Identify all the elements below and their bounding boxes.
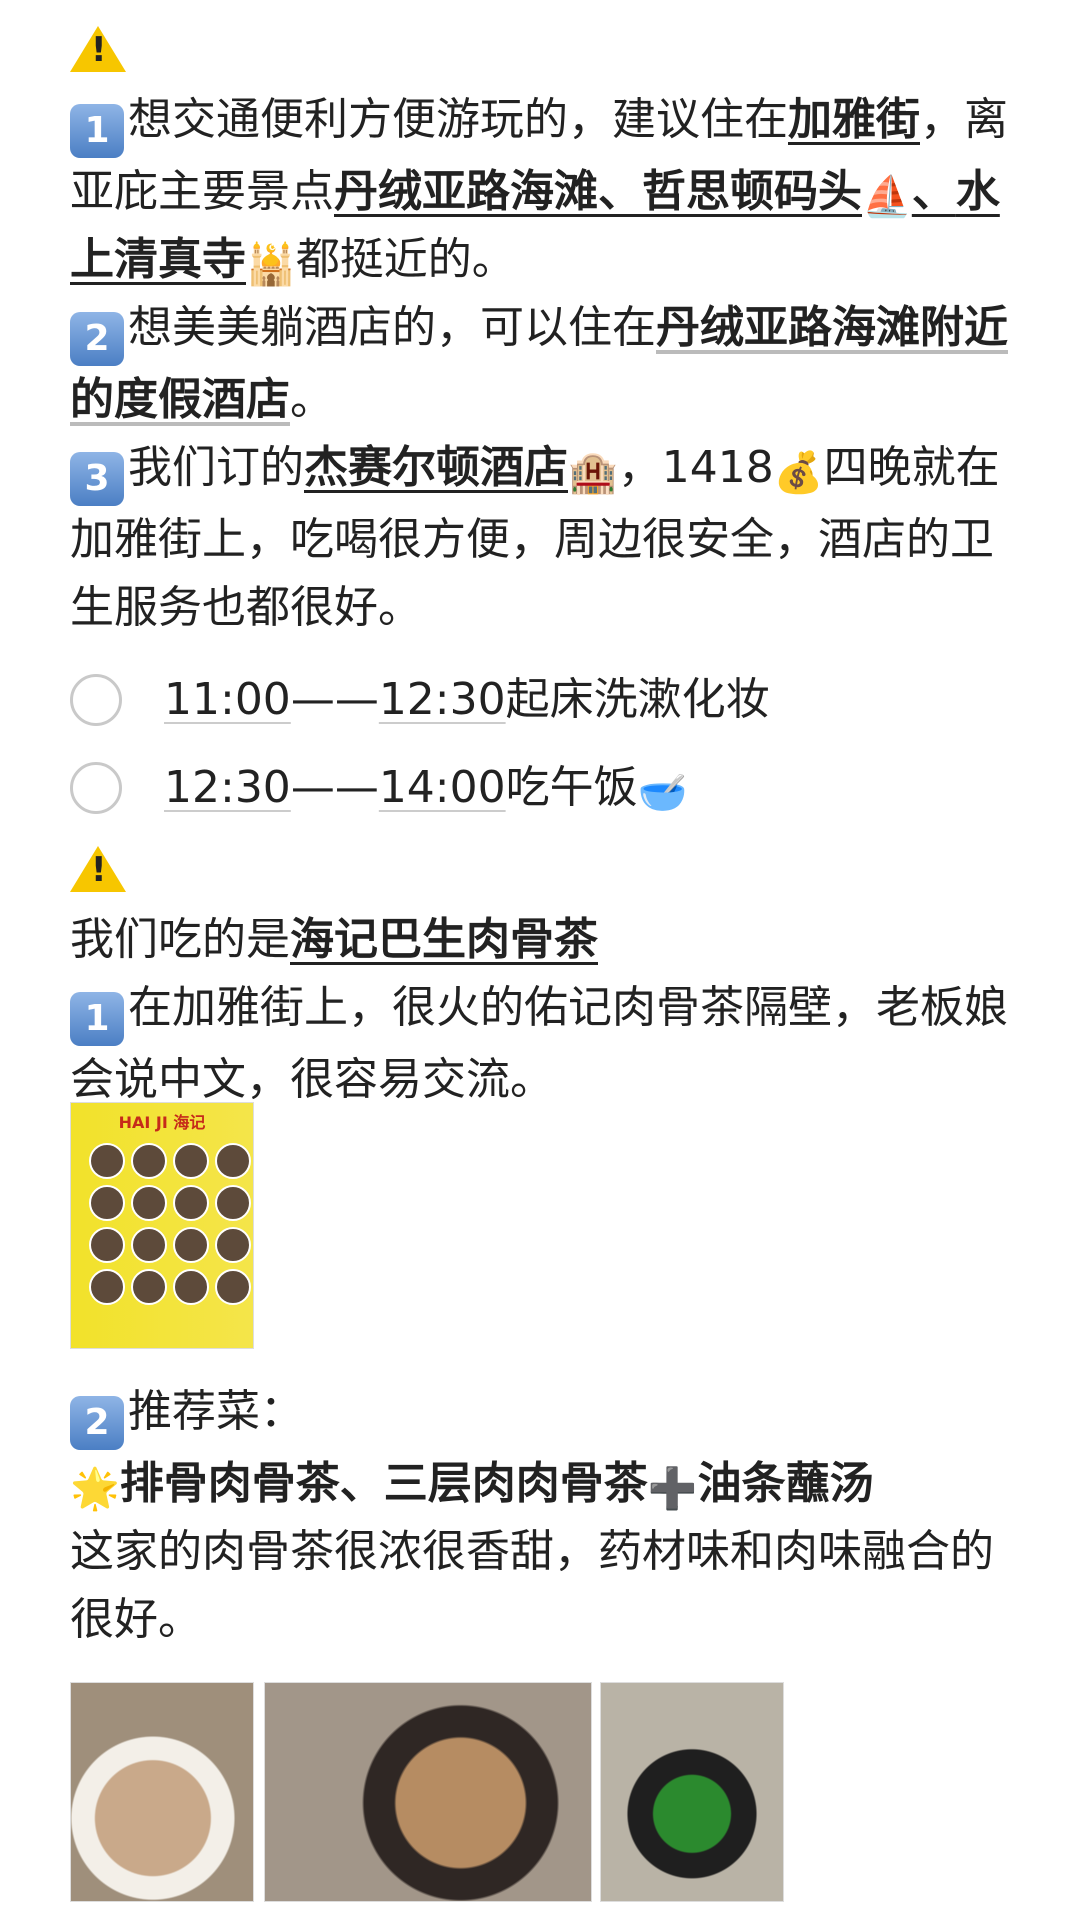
todo-item: 11:00——12:30起床洗漱化妆 bbox=[70, 656, 1010, 744]
todo-time-start: 11:00 bbox=[164, 674, 291, 725]
note-content: 1想交通便利方便游玩的，建议住在加雅街，离亚庇主要景点丹绒亚路海滩、哲思顿码头⛵… bbox=[70, 18, 1010, 1114]
menu-item-image bbox=[215, 1143, 251, 1179]
warning-icon bbox=[70, 846, 126, 892]
todo-dash: —— bbox=[290, 674, 379, 725]
checkbox[interactable] bbox=[70, 762, 122, 814]
todo-time-start: 12:30 bbox=[164, 762, 291, 813]
para-transport: 1 想交通便利方便游玩的，建议住在加雅街，离亚庇主要景点丹绒亚路海滩、哲思顿码头⛵… bbox=[70, 86, 1010, 294]
para-text: 推荐菜： bbox=[128, 1386, 304, 1437]
warning-line-2 bbox=[70, 838, 1010, 906]
todo-time-end: 12:30 bbox=[378, 674, 506, 725]
menu-item-image bbox=[89, 1269, 125, 1305]
menu-photo[interactable]: HAI JI 海记 bbox=[70, 1102, 254, 1349]
number-2-icon: 2 bbox=[70, 312, 124, 366]
todo-label: 起床洗漱化妆 bbox=[505, 674, 770, 725]
number-3-icon: 3 bbox=[70, 452, 124, 506]
menu-item-image bbox=[173, 1143, 209, 1179]
menu-item-image bbox=[89, 1227, 125, 1263]
todo-item: 12:30——14:00吃午饭🥣 bbox=[70, 744, 1010, 832]
menu-item-image bbox=[173, 1185, 209, 1221]
para-text: 想交通便利方便游玩的，建议住在 bbox=[128, 94, 788, 145]
sailboat-icon: ⛵ bbox=[862, 174, 912, 220]
para-taste: 这家的肉骨茶很浓很香甜，药材味和肉味融合的很好。 bbox=[70, 1518, 1010, 1654]
link-sep: 、 bbox=[911, 166, 956, 217]
para-star-line: 🌟排骨肉骨茶、三层肉肉骨茶➕油条蘸汤 bbox=[70, 1450, 1010, 1518]
checkbox[interactable] bbox=[70, 674, 122, 726]
menu-item-image bbox=[89, 1143, 125, 1179]
moneybag-icon: 💰 bbox=[773, 450, 824, 496]
menu-photo-title: HAI JI 海记 bbox=[118, 1113, 206, 1132]
star-icon: 🌟 bbox=[70, 1466, 120, 1512]
para-text: 油条蘸汤 bbox=[697, 1458, 874, 1509]
para-text: 这家的肉骨茶很浓很香甜，药材味和肉味融合的很好。 bbox=[70, 1526, 994, 1645]
para-text: ，1418 bbox=[617, 442, 774, 493]
restaurant-line: 我们吃的是海记巴生肉骨茶 bbox=[70, 906, 1010, 974]
food-photo-2[interactable] bbox=[264, 1682, 592, 1902]
para-resort: 2 想美美躺酒店的，可以住在丹绒亚路海滩附近的度假酒店。 bbox=[70, 294, 1010, 434]
mosque-icon: 🕌 bbox=[246, 242, 296, 288]
para-text: 我们订的 bbox=[128, 442, 304, 493]
menu-item-image bbox=[215, 1185, 251, 1221]
menu-item-image bbox=[89, 1185, 125, 1221]
link-beach-jetty[interactable]: 丹绒亚路海滩、哲思顿码头 bbox=[334, 166, 862, 217]
todo-dash: —— bbox=[290, 762, 379, 813]
bowl-icon: 🥣 bbox=[637, 770, 688, 816]
para-recommend-label: 2 推荐菜： bbox=[70, 1378, 1010, 1450]
number-2-icon: 2 bbox=[70, 1396, 124, 1450]
hotel-icon: 🏨 bbox=[568, 450, 618, 496]
plus-icon: ➕ bbox=[647, 1466, 698, 1512]
menu-item-image bbox=[131, 1227, 167, 1263]
warning-icon bbox=[70, 26, 126, 72]
para-text: 想美美躺酒店的，可以住在 bbox=[128, 302, 656, 353]
link-hotel[interactable]: 杰赛尔顿酒店 bbox=[304, 442, 568, 493]
food-photo-3[interactable] bbox=[600, 1682, 784, 1902]
link-restaurant[interactable]: 海记巴生肉骨茶 bbox=[290, 914, 598, 965]
menu-item-image bbox=[215, 1227, 251, 1263]
para-text: 我们吃的是 bbox=[70, 914, 290, 965]
para-text: 在加雅街上，很火的佑记肉骨茶隔壁，老板娘会说中文，很容易交流。 bbox=[70, 982, 1008, 1105]
menu-item-image bbox=[131, 1143, 167, 1179]
recommend-section: 2 推荐菜： 🌟排骨肉骨茶、三层肉肉骨茶➕油条蘸汤 这家的肉骨茶很浓很香甜，药材味… bbox=[70, 1378, 1010, 1654]
menu-item-image bbox=[173, 1269, 209, 1305]
number-1-icon: 1 bbox=[70, 992, 124, 1046]
para-hotel: 3 我们订的杰赛尔顿酒店🏨，1418💰四晚就在加雅街上，吃喝很方便，周边很安全，酒… bbox=[70, 434, 1010, 642]
todo-label: 吃午饭 bbox=[505, 762, 638, 813]
link-jiaya-street[interactable]: 加雅街 bbox=[788, 94, 920, 145]
menu-item-image bbox=[131, 1269, 167, 1305]
para-text: 都挺近的。 bbox=[295, 234, 516, 285]
menu-item-image bbox=[173, 1227, 209, 1263]
menu-item-image bbox=[215, 1269, 251, 1305]
para-restaurant-location: 1 在加雅街上，很火的佑记肉骨茶隔壁，老板娘会说中文，很容易交流。 bbox=[70, 974, 1010, 1114]
todo-text: 11:00——12:30起床洗漱化妆 bbox=[164, 666, 770, 734]
todo-text: 12:30——14:00吃午饭🥣 bbox=[164, 754, 687, 822]
todo-time-end: 14:00 bbox=[378, 762, 506, 813]
warning-line-1 bbox=[70, 18, 1010, 86]
para-text: 排骨肉骨茶、三层肉肉骨茶 bbox=[119, 1458, 648, 1509]
number-1-icon: 1 bbox=[70, 104, 124, 158]
food-photo-1[interactable] bbox=[70, 1682, 254, 1902]
para-text: 。 bbox=[290, 374, 334, 425]
menu-item-image bbox=[131, 1185, 167, 1221]
